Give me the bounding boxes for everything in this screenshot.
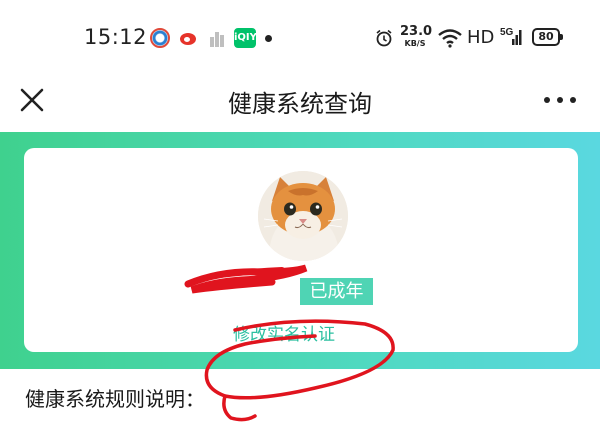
cat-photo bbox=[258, 171, 348, 261]
battery-indicator: 80 bbox=[532, 28, 563, 46]
iqiyi-icon: iQIYI bbox=[234, 28, 261, 48]
title-bar: 健康系统查询 bbox=[0, 72, 600, 132]
more-icon[interactable] bbox=[540, 84, 580, 114]
modify-real-name-link[interactable]: 修改实名认证 bbox=[233, 320, 335, 345]
signal-icon: 5G bbox=[500, 27, 522, 45]
city-app-icon bbox=[207, 28, 229, 48]
network-speed-value: 23.0 bbox=[400, 24, 433, 39]
wifi-icon bbox=[438, 29, 462, 48]
page-title: 健康系统查询 bbox=[228, 90, 372, 118]
rules-title: 健康系统规则说明： bbox=[25, 387, 205, 411]
status-time: 15:12 bbox=[84, 25, 148, 49]
network-type-label: HD bbox=[467, 27, 495, 48]
signal-label: 5G bbox=[500, 27, 514, 38]
qq-browser-icon bbox=[150, 28, 170, 48]
network-speed: 23.0 KB/S bbox=[400, 24, 433, 49]
status-bar: 15:12 iQIYI 23.0 KB/S HD 5G 80 bbox=[0, 0, 600, 72]
notification-dot-icon bbox=[265, 35, 272, 42]
weibo-icon bbox=[178, 28, 200, 48]
adult-status-badge: 已成年 bbox=[300, 278, 373, 305]
alarm-icon bbox=[376, 29, 392, 47]
avatar bbox=[258, 171, 348, 261]
name-redaction-scribble bbox=[184, 264, 308, 294]
network-speed-unit: KB/S bbox=[404, 39, 426, 48]
